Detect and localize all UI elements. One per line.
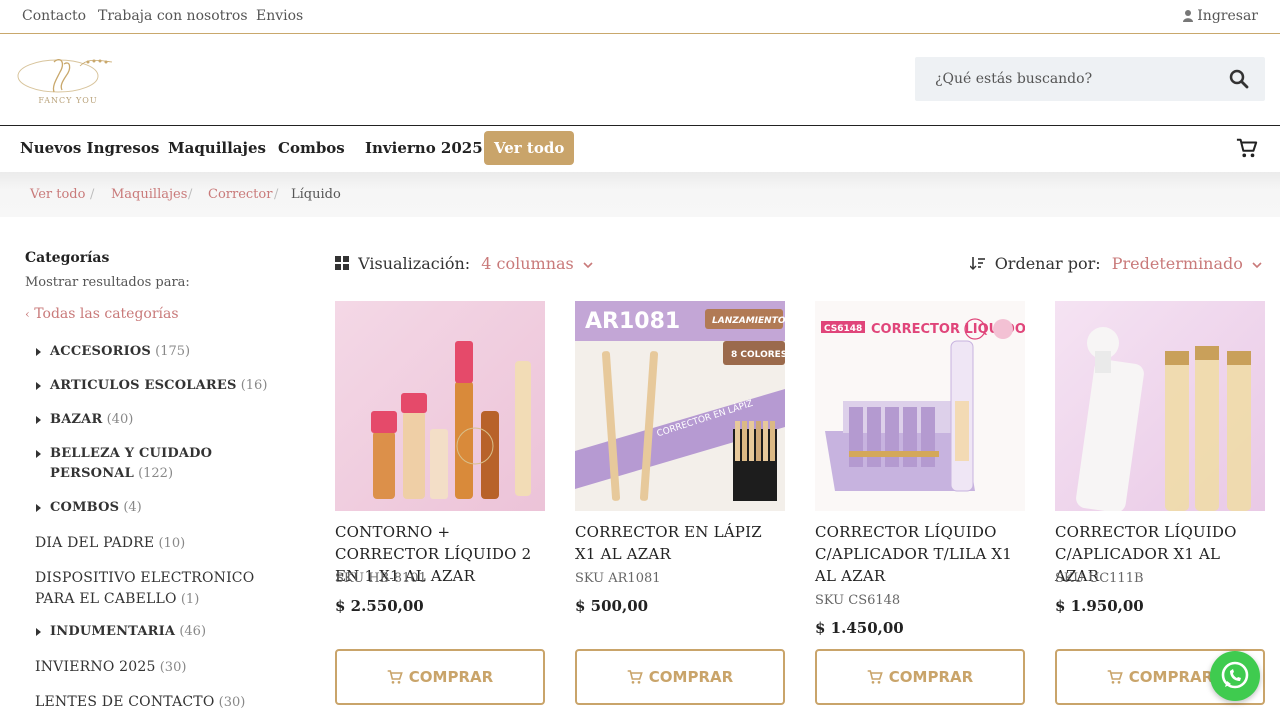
sort-label: Ordenar por: [994,254,1101,273]
breadcrumb-separator: / [188,187,193,202]
product-price: $ 1.950,00 [1055,597,1144,615]
buy-label: COMPRAR [1128,668,1214,686]
buy-label: COMPRAR [408,668,494,686]
breadcrumb-corrector[interactable]: Corrector [208,187,272,202]
category-item[interactable]: INDUMENTARIA (46) [36,622,206,642]
search-box [915,57,1265,101]
grid-icon [335,256,349,270]
logo-text: FANCY YOU [38,96,98,105]
product-image[interactable] [335,301,545,511]
chevron-down-icon [1252,262,1262,269]
product-card: CS6148 CORRECTOR LIQUIDO CORRECTOR LÍQUI… [815,301,1025,705]
contact-link[interactable]: Contacto [22,8,86,24]
all-categories-link[interactable]: ‹ Todas las categorías [25,306,179,322]
nav-item-combos[interactable]: Combos [278,139,345,157]
category-item[interactable]: BAZAR (40) [36,410,133,430]
view-label: Visualización: [358,254,471,273]
sidebar-title: Categorías [25,250,110,266]
product-card: CONTORNO + CORRECTOR LÍQUIDO 2 EN 1 X1 A… [335,301,545,705]
chevron-down-icon [583,262,593,269]
sort-selector[interactable]: Ordenar por: Predeterminado [969,254,1262,273]
sidebar-subtitle: Mostrar resultados para: [25,275,190,290]
nav-item-invierno-2025[interactable]: Invierno 2025 [365,139,483,157]
chevron-left-icon: ‹ [25,307,30,321]
caret-right-icon [36,450,41,458]
careers-link[interactable]: Trabaja con nosotros [98,8,248,24]
product-price: $ 500,00 [575,597,649,615]
login-link[interactable]: Ingresar [1183,8,1258,24]
product-image[interactable]: AR1081 LANZAMIENTO 8 COLORES CORRECTOR E… [575,301,785,511]
logo-mark-icon [17,58,113,93]
buy-button[interactable]: COMPRAR [815,649,1025,705]
product-sku: SKU HB-8101 [335,571,427,586]
breadcrumb-separator: / [90,187,95,202]
nav-item-maquillajes[interactable]: Maquillajes [168,139,266,157]
sort-icon [969,257,985,270]
whatsapp-icon [1221,661,1249,689]
view-selector[interactable]: Visualización: 4 columnas [335,254,593,273]
search-input[interactable] [915,57,1215,101]
main-nav: Nuevos Ingresos Maquillajes Combos Invie… [0,126,1280,172]
cart-icon [627,670,643,684]
product-card: CORRECTOR LÍQUIDO C/APLICADOR X1 AL AZAR… [1055,301,1265,705]
all-categories-label: Todas las categorías [34,306,179,322]
view-value: 4 columnas [481,254,574,273]
cart-icon [1107,670,1123,684]
caret-right-icon [36,628,41,636]
category-item[interactable]: ARTICULOS ESCOLARES (16) [36,376,267,396]
product-title[interactable]: CORRECTOR LÍQUIDO C/APLICADOR T/LILA X1 … [815,521,1025,587]
caret-right-icon [36,348,41,356]
breadcrumb-maquillajes[interactable]: Maquillajes [111,187,187,202]
image-text: AR1081 [585,309,680,334]
cart-icon[interactable] [1236,137,1258,159]
user-icon [1183,10,1194,22]
shipping-link[interactable]: Envios [256,8,303,24]
category-item[interactable]: BELLEZA Y CUIDADO PERSONAL (122) [36,444,280,484]
buy-button[interactable]: COMPRAR [335,649,545,705]
product-image[interactable]: CS6148 CORRECTOR LIQUIDO [815,301,1025,511]
category-item[interactable]: COMBOS (4) [36,498,142,518]
category-item[interactable]: INVIERNO 2025 (30) [35,657,186,678]
sort-value: Predeterminado [1111,254,1243,273]
cart-icon [387,670,403,684]
category-item[interactable]: ACCESORIOS (175) [36,342,190,362]
header: FANCY YOU [0,34,1280,126]
image-text: LANZAMIENTO [712,316,785,326]
product-image[interactable] [1055,301,1265,511]
category-item[interactable]: DIA DEL PADRE (10) [35,533,185,554]
breadcrumb-separator: / [274,187,279,202]
breadcrumb-ver-todo[interactable]: Ver todo [30,187,85,202]
product-sku: SKU AR1081 [575,571,661,586]
buy-label: COMPRAR [888,668,974,686]
product-title[interactable]: CORRECTOR EN LÁPIZ X1 AL AZAR [575,521,785,565]
buy-button[interactable]: COMPRAR [575,649,785,705]
cart-icon [867,670,883,684]
product-price: $ 2.550,00 [335,597,424,615]
caret-right-icon [36,382,41,390]
breadcrumb-current: Líquido [291,187,341,202]
nav-item-nuevos-ingresos[interactable]: Nuevos Ingresos [20,139,159,157]
login-label: Ingresar [1197,8,1258,24]
search-icon[interactable] [1229,69,1249,89]
product-card: AR1081 LANZAMIENTO 8 COLORES CORRECTOR E… [575,301,785,705]
buy-label: COMPRAR [648,668,734,686]
caret-right-icon [36,504,41,512]
top-bar: Contacto Trabaja con nosotros Envios Ing… [0,0,1280,34]
product-sku: SKU CS6148 [815,593,901,608]
whatsapp-button[interactable] [1210,651,1260,701]
breadcrumb: Ver todo / Maquillajes / Corrector / Líq… [0,172,1280,217]
image-text: CS6148 [824,324,862,334]
category-item[interactable]: LENTES DE CONTACTO (30) [35,692,245,713]
caret-right-icon [36,416,41,424]
brand-logo[interactable]: FANCY YOU [16,52,120,110]
nav-ver-todo-button[interactable]: Ver todo [484,131,575,165]
category-item[interactable]: DISPOSITIVO ELECTRONICO PARA EL CABELLO … [35,568,285,610]
product-price: $ 1.450,00 [815,619,904,637]
image-text: 8 COLORES [731,350,785,360]
product-sku: SKU UC111B [1055,571,1144,586]
